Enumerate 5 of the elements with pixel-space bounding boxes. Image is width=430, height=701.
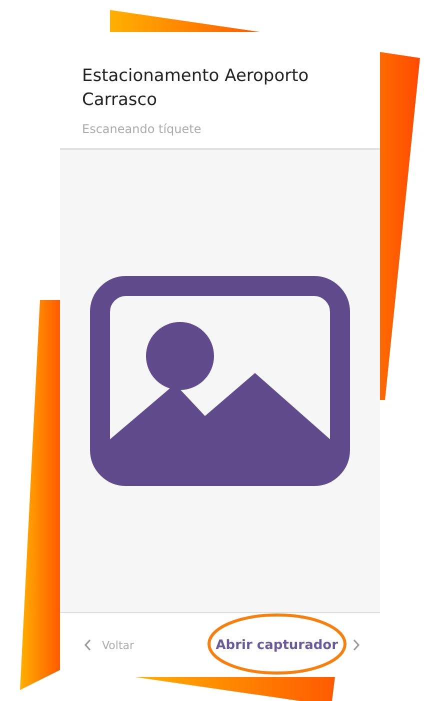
- page-subtitle: Escaneando tíquete: [82, 122, 202, 136]
- chevron-right-icon: [352, 639, 360, 651]
- page-title: Estacionamento Aeroporto Carrasco: [82, 65, 310, 112]
- image-icon: [90, 276, 350, 486]
- chevron-left-icon: [84, 639, 92, 651]
